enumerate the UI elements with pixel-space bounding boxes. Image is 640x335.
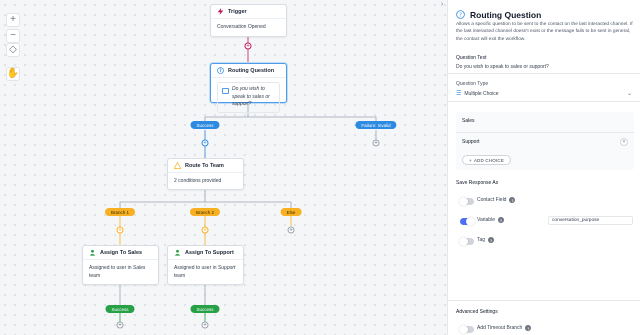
variable-label: Variable ? xyxy=(477,217,504,223)
assign-support-node-title: Assign To Support xyxy=(185,249,234,256)
zoom-out-button[interactable]: − xyxy=(6,29,20,43)
contact-field-label: Contact Field ? xyxy=(477,197,516,203)
message-icon xyxy=(222,88,229,94)
warning-triangle-icon xyxy=(174,162,181,169)
plus-icon: + xyxy=(469,157,472,163)
choice-label: Sales xyxy=(462,118,475,124)
success-pill[interactable]: Success xyxy=(190,305,220,313)
success-pill[interactable]: Success xyxy=(105,305,135,313)
assign-sales-node-title: Assign To Sales xyxy=(100,249,143,256)
choice-label: Support xyxy=(462,138,480,145)
panel-title: Routing Question xyxy=(470,10,542,20)
question-preview-text: Do you wish to speak to sales or support… xyxy=(232,86,270,107)
divider xyxy=(448,101,640,102)
branch-1-pill[interactable]: Branch 1 xyxy=(104,208,136,216)
route-to-team-node[interactable]: Route To Team 2 conditions provided xyxy=(167,158,244,190)
routing-question-node-title: Routing Question xyxy=(228,67,275,74)
save-response-label: Save Response As xyxy=(456,180,499,186)
choices-list: Sales Support × + ADD CHOICE xyxy=(456,112,634,170)
add-step-plus-icon[interactable]: + xyxy=(287,226,295,234)
failure-invalid-pill[interactable]: Failure: Invalid xyxy=(355,121,397,129)
trigger-node[interactable]: Trigger Conversation Opened xyxy=(210,4,287,37)
assign-support-node-header: Assign To Support xyxy=(168,246,243,260)
contact-field-toggle[interactable] xyxy=(459,197,474,206)
assign-support-team-name: Support xyxy=(217,265,236,271)
assign-sales-body-suffix: team xyxy=(89,272,101,279)
workflow-canvas[interactable]: + − ◇ ✋ Trigger Conversation Opened + ? … xyxy=(0,0,447,335)
svg-text:?: ? xyxy=(459,13,462,19)
add-step-plus-icon[interactable]: + xyxy=(201,139,209,147)
route-to-team-node-body: 2 conditions provided xyxy=(174,178,222,184)
pan-mode-button[interactable]: ✋ xyxy=(6,67,20,81)
variable-name-input[interactable]: conversation_purpose xyxy=(548,216,633,225)
add-step-plus-icon[interactable]: + xyxy=(201,321,209,329)
assign-support-node-body: Assigned to user in Support team xyxy=(168,260,243,285)
contact-field-text: Contact Field xyxy=(477,197,507,203)
add-choice-label: ADD CHOICE xyxy=(473,157,505,163)
choice-item-support[interactable]: Support × xyxy=(456,132,634,150)
question-type-label: Question Type xyxy=(456,81,489,87)
list-icon: ☰ xyxy=(456,91,462,97)
routing-question-node-header: ? Routing Question xyxy=(211,64,286,78)
question-icon: ? xyxy=(217,67,224,74)
assign-support-body-prefix: Assigned to user in xyxy=(174,265,218,271)
question-type-value: Multiple Choice xyxy=(464,90,499,97)
add-step-plus-icon[interactable]: + xyxy=(372,139,380,147)
chevron-down-icon: ⌄ xyxy=(626,91,632,97)
tag-label: Tag ? xyxy=(477,237,495,243)
panel-description: Allows a specific question to be sent to… xyxy=(456,22,633,42)
else-pill[interactable]: Else xyxy=(280,208,302,216)
assign-support-body-suffix: team xyxy=(174,272,186,279)
branch-2-pill[interactable]: Branch 2 xyxy=(189,208,221,216)
timeout-branch-text: Add Timeout Branch xyxy=(477,325,523,331)
help-icon[interactable]: ? xyxy=(497,217,504,223)
route-to-team-node-header: Route To Team xyxy=(168,159,243,173)
edge-rq-split xyxy=(204,116,377,125)
add-step-plus-icon[interactable]: + xyxy=(116,321,124,329)
user-icon xyxy=(174,249,181,256)
user-icon xyxy=(89,249,96,256)
tag-toggle[interactable] xyxy=(459,237,474,246)
add-step-plus-icon[interactable]: + xyxy=(244,42,252,50)
add-step-plus-icon[interactable]: + xyxy=(201,226,209,234)
add-step-plus-icon[interactable]: + xyxy=(116,226,124,234)
svg-text:?: ? xyxy=(219,68,222,73)
question-type-select[interactable]: ☰ Multiple Choice ⌄ xyxy=(456,89,634,98)
remove-choice-close-icon[interactable]: × xyxy=(620,137,628,146)
question-preview: Do you wish to speak to sales or support… xyxy=(217,82,280,113)
question-text-label: Question Text xyxy=(456,55,487,61)
help-icon[interactable]: ? xyxy=(488,237,495,243)
question-text-field[interactable]: Do you wish to speak to sales or support… xyxy=(456,64,549,70)
divider xyxy=(448,73,640,74)
fit-view-button[interactable]: ◇ xyxy=(6,43,20,57)
collapse-panel-chevron-icon[interactable]: › xyxy=(437,0,447,8)
settings-panel: ? Routing Question Allows a specific que… xyxy=(447,0,640,335)
assign-sales-node-body: Assigned to user in Sales team xyxy=(83,260,158,285)
assign-sales-body-prefix: Assigned to user in xyxy=(89,265,133,271)
help-icon[interactable]: ? xyxy=(525,325,532,331)
tag-text: Tag xyxy=(477,237,486,243)
assign-sales-node[interactable]: Assign To Sales Assigned to user in Sale… xyxy=(82,245,159,285)
divider xyxy=(448,300,640,301)
success-pill[interactable]: Success xyxy=(190,121,220,129)
assign-sales-node-header: Assign To Sales xyxy=(83,246,158,260)
timeout-branch-toggle[interactable] xyxy=(459,325,474,334)
help-icon[interactable]: ? xyxy=(509,197,516,203)
assign-support-node[interactable]: Assign To Support Assigned to user in Su… xyxy=(167,245,244,285)
zoom-in-button[interactable]: + xyxy=(6,13,20,27)
assign-sales-team-name: Sales xyxy=(132,265,146,271)
route-to-team-node-title: Route To Team xyxy=(185,162,224,169)
routing-question-node[interactable]: ? Routing Question Do you wish to speak … xyxy=(210,63,287,113)
timeout-branch-label: Add Timeout Branch ? xyxy=(477,325,532,331)
choice-item-sales[interactable]: Sales xyxy=(456,112,634,130)
trigger-node-title: Trigger xyxy=(228,8,247,15)
add-choice-button[interactable]: + ADD CHOICE xyxy=(462,155,512,165)
lightning-icon xyxy=(217,8,224,15)
variable-text: Variable xyxy=(477,217,495,223)
advanced-settings-label: Advanced Settings xyxy=(456,309,498,315)
variable-toggle[interactable] xyxy=(460,217,475,226)
trigger-node-body: Conversation Opened xyxy=(217,24,266,30)
trigger-node-header: Trigger xyxy=(211,5,286,19)
